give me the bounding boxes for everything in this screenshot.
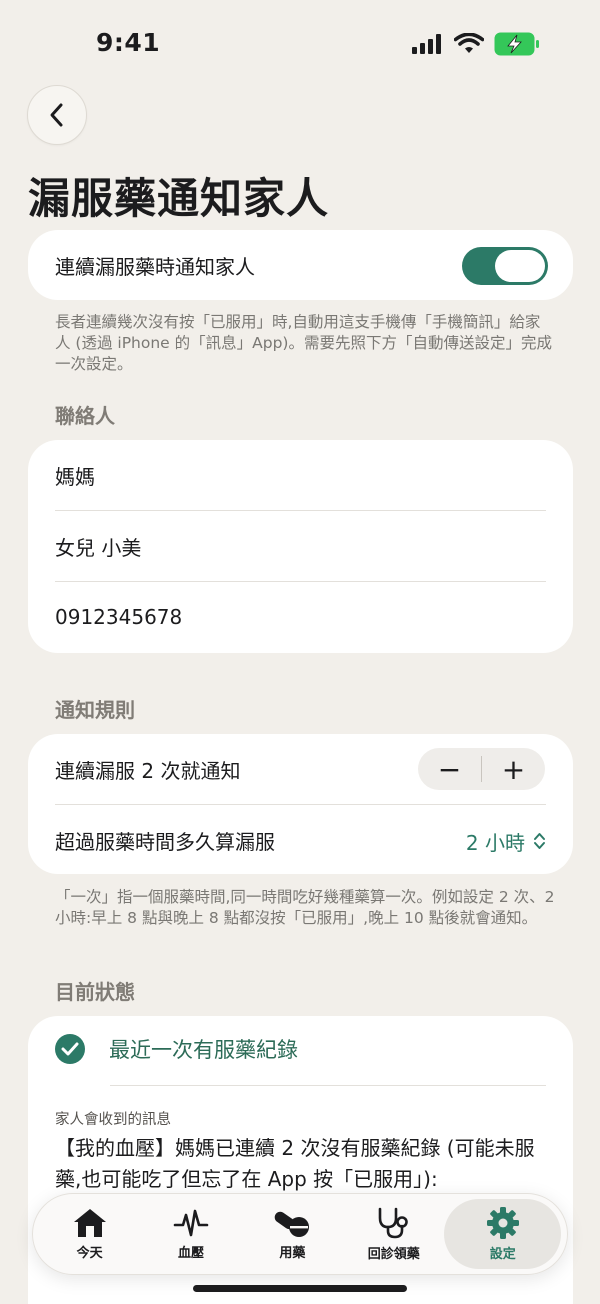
back-button[interactable] xyxy=(27,85,87,145)
wifi-icon xyxy=(454,33,484,53)
heartbeat-icon xyxy=(173,1209,209,1237)
toggle-footnote: 長者連續幾次沒有按「已服用」時,自動用這支手機傳「手機簡訊」給家人 (透過 iP… xyxy=(55,313,552,373)
gear-icon xyxy=(486,1207,519,1239)
tab-label: 回診領藥 xyxy=(367,1247,420,1262)
checkmark-circle-icon xyxy=(55,1034,85,1064)
tab-label: 今天 xyxy=(76,1246,103,1261)
tab-clinic-visit[interactable]: 回診領藥 xyxy=(343,1199,444,1269)
contacts-section-label: 聯絡人 xyxy=(55,404,115,428)
chevron-up-down-icon xyxy=(534,833,545,849)
notify-family-toggle[interactable] xyxy=(462,247,548,285)
tab-settings[interactable]: 設定 xyxy=(444,1199,561,1269)
decrement-button[interactable]: − xyxy=(418,748,481,790)
house-icon xyxy=(73,1209,106,1237)
overdue-time-value: 2 小時 xyxy=(465,830,525,855)
stethoscope-icon xyxy=(378,1207,408,1239)
toggle-knob xyxy=(495,250,545,282)
notify-toggle-card: 連續漏服藥時通知家人 xyxy=(28,230,573,300)
battery-charging-icon xyxy=(494,32,539,56)
status-text: 最近一次有服藥紀錄 xyxy=(109,1038,298,1062)
status-time: 9:41 xyxy=(96,28,161,57)
rules-card: 連續漏服 2 次就通知 − + 超過服藥時間多久算漏服 2 小時 xyxy=(28,734,573,874)
cellular-signal-icon xyxy=(412,34,441,54)
rules-section-label: 通知規則 xyxy=(55,698,135,722)
status-row: 最近一次有服藥紀錄 xyxy=(55,1034,298,1064)
tab-label: 用藥 xyxy=(279,1246,306,1261)
tab-label: 血壓 xyxy=(178,1246,205,1261)
page-title: 漏服藥通知家人 xyxy=(28,174,330,223)
tab-blood-pressure[interactable]: 血壓 xyxy=(140,1199,241,1269)
status-icons xyxy=(412,32,540,56)
increment-button[interactable]: + xyxy=(482,748,545,790)
pills-icon xyxy=(275,1211,310,1237)
tab-bar: 今天 血壓 用藥 回診領藥 設定 xyxy=(32,1193,568,1275)
contact-phone-field[interactable]: 0912345678 xyxy=(55,582,546,652)
contacts-card: 媽媽 女兒 小美 0912345678 xyxy=(28,440,573,653)
home-indicator xyxy=(193,1285,407,1292)
chevron-left-icon xyxy=(50,103,63,127)
tab-label: 設定 xyxy=(489,1247,516,1262)
contact-name-field[interactable]: 媽媽 xyxy=(55,440,546,510)
rules-footnote: 「一次」指一個服藥時間,同一時間吃好幾種藥算一次。例如設定 2 次、2 小時:早… xyxy=(55,888,555,927)
message-preview: 【我的血壓】媽媽已連續 2 次沒有服藥紀錄 (可能未服藥,也可能吃了但忘了在 A… xyxy=(55,1136,535,1191)
status-section-label: 目前狀態 xyxy=(55,980,135,1004)
divider xyxy=(110,1085,546,1086)
consecutive-miss-stepper: − + xyxy=(418,748,545,790)
contact-relation-field[interactable]: 女兒 小美 xyxy=(55,511,546,581)
message-caption: 家人會收到的訊息 xyxy=(55,1112,171,1128)
status-bar: 9:41 xyxy=(0,0,600,80)
tab-medication[interactable]: 用藥 xyxy=(242,1199,343,1269)
tab-today[interactable]: 今天 xyxy=(39,1199,140,1269)
overdue-time-picker[interactable]: 2 小時 xyxy=(466,805,546,877)
